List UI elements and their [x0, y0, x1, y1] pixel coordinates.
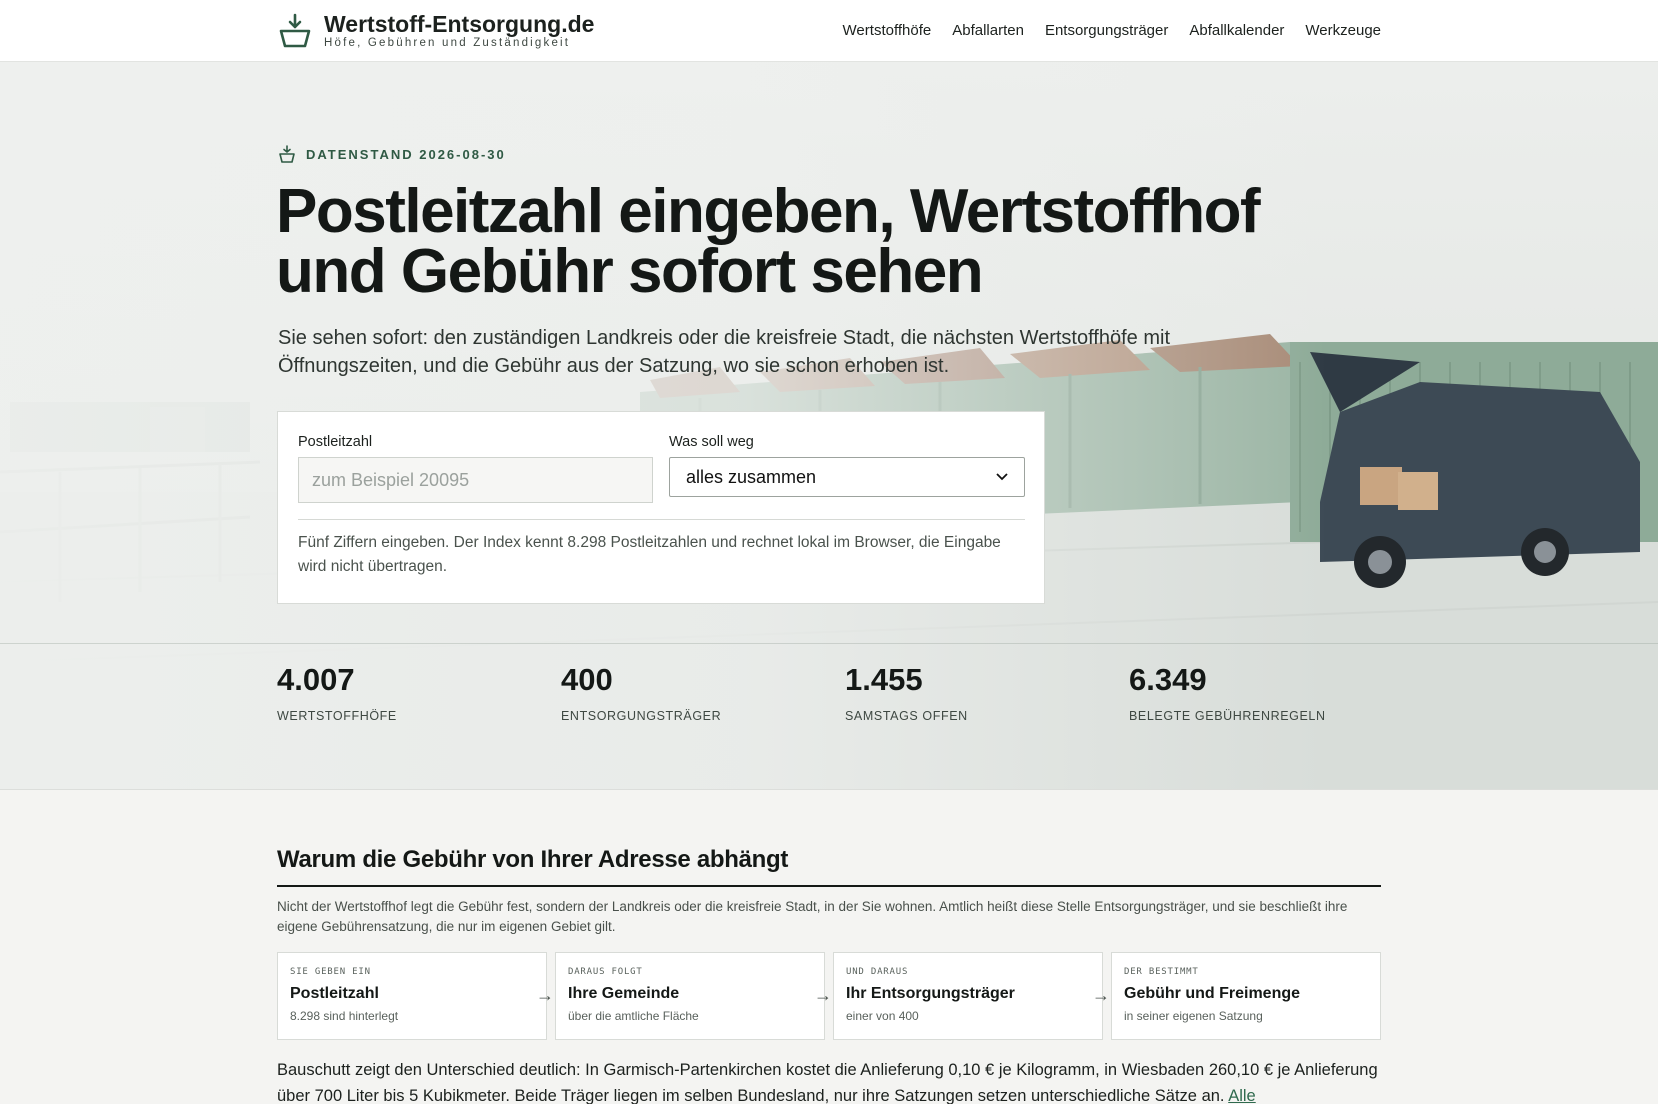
site-subtitle: Höfe, Gebühren und Zuständigkeit [324, 37, 571, 49]
nav-link-entsorgungstraeger[interactable]: Entsorgungsträger [1045, 22, 1168, 39]
stat-label: BELEGTE GEBÜHRENREGELN [1129, 709, 1326, 723]
arrow-right-icon: → [536, 985, 554, 1005]
step-subtitle: 8.298 sind hinterlegt [290, 1009, 399, 1023]
waste-type-label: Was soll weg [669, 434, 754, 450]
page-title: Postleitzahl eingeben, Wertstoffhof und … [276, 177, 1261, 306]
section-title: Warum die Gebühr von Ihrer Adresse abhän… [277, 846, 789, 873]
step-kicker: UND DARAUS [846, 967, 909, 977]
step-title: Gebühr und Freimenge [1124, 985, 1301, 1002]
zip-input[interactable] [298, 457, 653, 503]
step-subtitle: über die amtliche Fläche [568, 1009, 699, 1023]
main-nav: Wertstoffhöfe Abfallarten Entsorgungsträ… [843, 22, 1381, 39]
stat-gebuehrenregeln: 6.349 BELEGTE GEBÜHRENREGELN [1129, 662, 1326, 724]
step-card-entsorgungstraeger: UND DARAUS Ihr Entsorgungsträger einer v… [833, 952, 1103, 1040]
site-title: Wertstoff-Entsorgung.de [324, 11, 595, 37]
stat-wertstoffhoefe: 4.007 WERTSTOFFHÖFE [277, 662, 397, 724]
card-divider [298, 519, 1025, 520]
stat-label: SAMSTAGS OFFEN [845, 709, 968, 723]
stat-samstags-offen: 1.455 SAMSTAGS OFFEN [845, 662, 968, 724]
section-intro: Nicht der Wertstoffhof legt die Gebühr f… [277, 899, 1348, 934]
stat-label: ENTSORGUNGSTRÄGER [561, 709, 722, 723]
step-card-postleitzahl: SIE GEBEN EIN Postleitzahl 8.298 sind hi… [277, 952, 547, 1040]
arrow-right-icon: → [814, 985, 832, 1005]
nav-link-werkzeuge[interactable]: Werkzeuge [1305, 22, 1381, 39]
stat-label: WERTSTOFFHÖFE [277, 709, 397, 723]
stat-value: 400 [561, 662, 613, 697]
zip-field-label: Postleitzahl [298, 434, 373, 450]
all-fees-link[interactable]: Alle [1228, 1087, 1256, 1104]
bauschutt-example-paragraph: Bauschutt zeigt den Unterschied deutlich… [277, 1057, 1387, 1104]
step-kicker: DARAUS FOLGT [568, 967, 643, 977]
hero-lead-text: Sie sehen sofort: den zuständigen Landkr… [278, 327, 1171, 377]
bauschutt-example-text: Bauschutt zeigt den Unterschied deutlich… [277, 1061, 1378, 1104]
site-header: Wertstoff-Entsorgung.de Höfe, Gebühren u… [0, 0, 1658, 62]
step-card-gebuehr: DER BESTIMMT Gebühr und Freimenge in sei… [1111, 952, 1381, 1040]
data-date-label: DATENSTAND 2026-08-30 [306, 146, 506, 162]
chevron-down-icon [996, 473, 1008, 481]
step-title: Ihr Entsorgungsträger [846, 985, 1015, 1002]
step-card-gemeinde: DARAUS FOLGT Ihre Gemeinde über die amtl… [555, 952, 825, 1040]
stat-value: 6.349 [1129, 662, 1207, 697]
stat-value: 1.455 [845, 662, 923, 697]
brand-logo-link[interactable]: Wertstoff-Entsorgung.de Höfe, Gebühren u… [278, 12, 594, 49]
waste-type-select[interactable]: alles zusammen [669, 457, 1025, 497]
step-title: Postleitzahl [290, 985, 379, 1002]
step-kicker: DER BESTIMMT [1124, 967, 1199, 977]
step-kicker: SIE GEBEN EIN [290, 967, 371, 977]
waste-type-selected-value: alles zusammen [686, 466, 817, 487]
nav-link-wertstoffhoefe[interactable]: Wertstoffhöfe [843, 22, 932, 39]
basket-icon [279, 145, 295, 163]
postcode-search-form: Postleitzahl Was soll weg alles zusammen… [277, 411, 1045, 604]
hero-section: DATENSTAND 2026-08-30 Postleitzahl einge… [0, 62, 1658, 790]
search-help-text: Fünf Ziffern eingeben. Der Index kennt 8… [298, 534, 1001, 575]
basket-icon [279, 13, 311, 47]
stats-divider [0, 643, 1658, 644]
step-subtitle: einer von 400 [846, 1009, 919, 1023]
step-title: Ihre Gemeinde [568, 985, 680, 1002]
nav-link-abfallkalender[interactable]: Abfallkalender [1189, 22, 1284, 39]
arrow-right-icon: → [1092, 985, 1110, 1005]
step-subtitle: in seiner eigenen Satzung [1124, 1009, 1263, 1023]
section-rule [277, 885, 1381, 887]
nav-link-abfallarten[interactable]: Abfallarten [952, 22, 1024, 39]
data-date-kicker: DATENSTAND 2026-08-30 [278, 145, 506, 163]
stat-value: 4.007 [277, 662, 355, 697]
stat-entsorgungstraeger: 400 ENTSORGUNGSTRÄGER [561, 662, 722, 724]
